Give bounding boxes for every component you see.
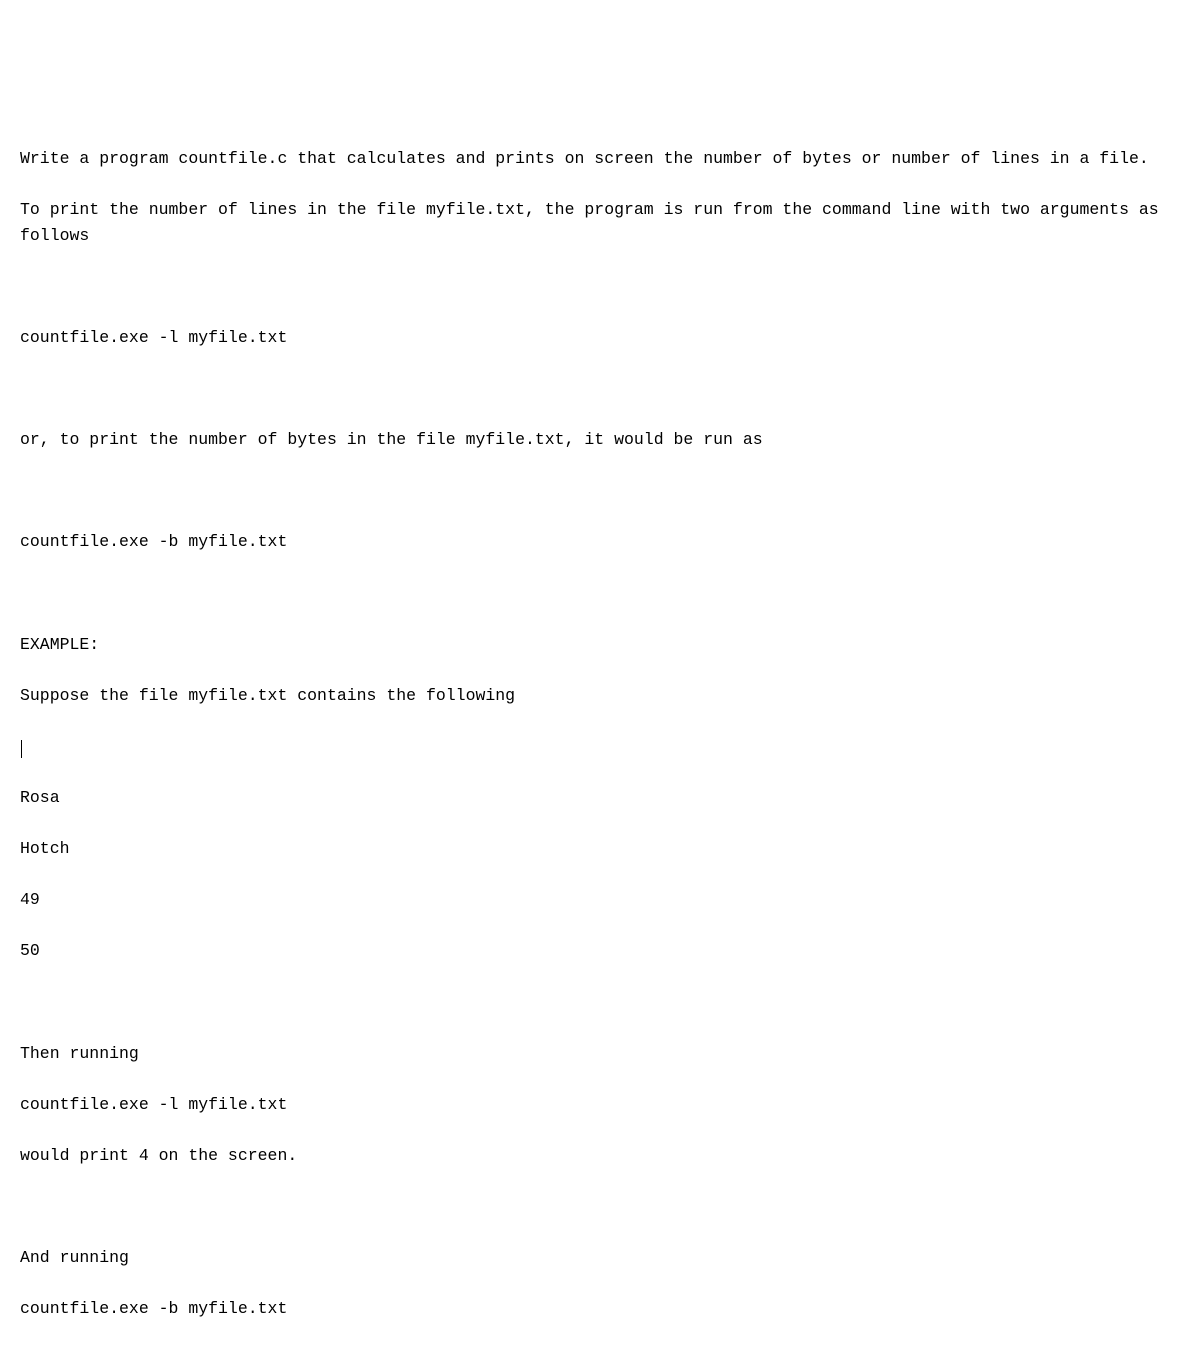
document-body: Write a program countfile.c that calcula… xyxy=(20,120,1180,1350)
command-line: countfile.exe -l myfile.txt xyxy=(20,1092,1180,1118)
run-description-line: Then running xyxy=(20,1041,1180,1067)
command-line: countfile.exe -b myfile.txt xyxy=(20,529,1180,555)
blank-line xyxy=(20,274,1180,300)
file-content-line: Hotch xyxy=(20,836,1180,862)
cursor-line xyxy=(20,734,1180,760)
command-line: countfile.exe -l myfile.txt xyxy=(20,325,1180,351)
blank-line xyxy=(20,580,1180,606)
run-result-line: would print 4 on the screen. xyxy=(20,1143,1180,1169)
text-cursor-icon xyxy=(21,740,22,758)
command-line: countfile.exe -b myfile.txt xyxy=(20,1296,1180,1322)
paragraph-line: or, to print the number of bytes in the … xyxy=(20,427,1180,453)
blank-line xyxy=(20,989,1180,1015)
run-result-line: would print 15 on the screen. xyxy=(20,1347,1180,1350)
paragraph-line: To print the number of lines in the file… xyxy=(20,197,1180,248)
blank-line xyxy=(20,1194,1180,1220)
paragraph-line: Write a program countfile.c that calcula… xyxy=(20,146,1180,172)
example-label: EXAMPLE: xyxy=(20,632,1180,658)
blank-line xyxy=(20,478,1180,504)
run-description-line: And running xyxy=(20,1245,1180,1271)
file-content-line: 50 xyxy=(20,938,1180,964)
file-content-line: 49 xyxy=(20,887,1180,913)
file-content-line: Rosa xyxy=(20,785,1180,811)
example-intro: Suppose the file myfile.txt contains the… xyxy=(20,683,1180,709)
blank-line xyxy=(20,376,1180,402)
